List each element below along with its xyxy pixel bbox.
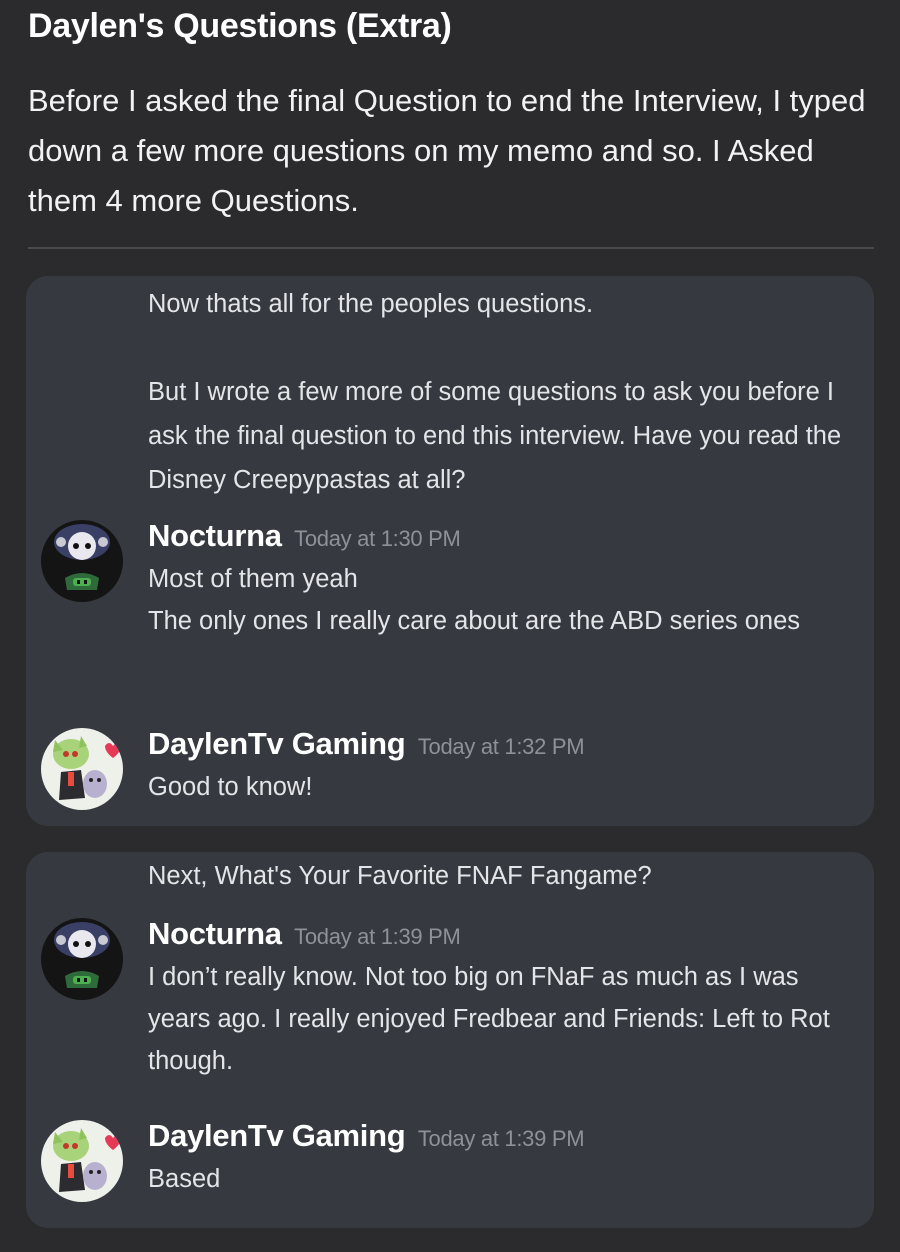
page: Daylen's Questions (Extra) Before I aske… bbox=[0, 0, 900, 1252]
divider bbox=[28, 247, 874, 249]
message-body: Most of them yeah The only ones I really… bbox=[148, 558, 848, 642]
message-header: Nocturna Today at 1:30 PM bbox=[148, 514, 461, 564]
message-text: Most of them yeah bbox=[148, 565, 358, 593]
daylen-avatar-icon[interactable] bbox=[41, 728, 123, 810]
message-header: DaylenTv Gaming Today at 1:39 PM bbox=[148, 1114, 585, 1164]
chat-screenshot-card: Next, What's Your Favorite FNAF Fangame?… bbox=[26, 852, 874, 1228]
interviewer-prompt: Now thats all for the peoples questions.… bbox=[148, 290, 842, 494]
message-body: Based bbox=[148, 1158, 848, 1200]
message-body: Good to know! bbox=[148, 766, 848, 808]
message-text: Good to know! bbox=[148, 773, 313, 801]
username[interactable]: DaylenTv Gaming bbox=[148, 726, 406, 761]
timestamp: Today at 1:39 PM bbox=[417, 1126, 585, 1151]
timestamp: Today at 1:39 PM bbox=[294, 924, 461, 949]
daylen-avatar-icon[interactable] bbox=[41, 1120, 123, 1202]
message-text: I don’t really know. Not too big on FNaF… bbox=[148, 963, 830, 1075]
timestamp: Today at 1:30 PM bbox=[294, 526, 461, 551]
message-header: Nocturna Today at 1:39 PM bbox=[148, 912, 461, 962]
timestamp: Today at 1:32 PM bbox=[417, 734, 585, 759]
page-title: Daylen's Questions (Extra) bbox=[28, 7, 452, 45]
message-body: I don’t really know. Not too big on FNaF… bbox=[148, 956, 848, 1082]
message-text: The only ones I really care about are th… bbox=[148, 607, 801, 635]
username[interactable]: DaylenTv Gaming bbox=[148, 1118, 406, 1153]
chat-screenshot-card: Now thats all for the peoples questions.… bbox=[26, 276, 874, 826]
nocturna-avatar-icon[interactable] bbox=[41, 520, 123, 602]
interviewer-prompt: Next, What's Your Favorite FNAF Fangame? bbox=[148, 862, 652, 890]
intro-paragraph: Before I asked the final Question to end… bbox=[28, 83, 866, 218]
message-text: Based bbox=[148, 1165, 221, 1193]
message-header: DaylenTv Gaming Today at 1:32 PM bbox=[148, 722, 585, 772]
username[interactable]: Nocturna bbox=[148, 916, 282, 951]
username[interactable]: Nocturna bbox=[148, 518, 282, 553]
nocturna-avatar-icon[interactable] bbox=[41, 918, 123, 1000]
